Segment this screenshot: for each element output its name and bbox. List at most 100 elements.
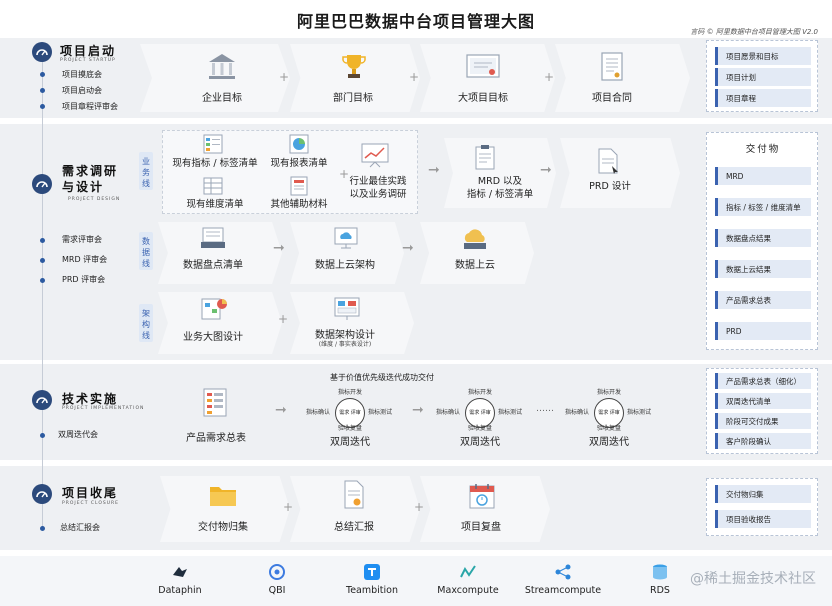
implement-start-label: 产品需求总表 [186,433,246,444]
dimension-table-icon [203,177,223,195]
chart-report-icon [289,134,309,154]
arrow-right-icon: ➞ [275,402,287,418]
cloud-upload-icon [464,229,486,249]
step-label: 企业目标 [202,93,242,104]
iter-center-label: 需求 评审 [469,410,491,416]
step-label: 项目合同 [592,93,632,104]
business-item: 其他辅助材料 [270,199,328,210]
deliverable-item: PRD [715,322,811,340]
iter-left-label: 指标确认 [565,409,590,416]
meeting-item: PRD 评审会 [62,275,106,284]
tool-name: Teambition [346,585,398,596]
data-architecture-icon [334,297,360,320]
step-label: 大项目目标 [458,93,508,104]
timeline-dot [40,238,45,243]
prd-doc-icon [598,148,618,174]
implement-stage-name: 技术实施 [62,392,119,406]
timeline-line [42,58,43,528]
meeting-item: 总结汇报会 [60,523,100,532]
design-deliverables-panel: 交付物 MRD 指标 / 标签 / 维度清单 数据盘点结果 数据上云结果 产品需… [706,132,818,350]
mrd-clipboard-icon [475,145,495,170]
plus-icon: + [544,70,555,84]
tool-name: Maxcompute [437,585,499,596]
prd-label: PRD 设计 [589,181,631,192]
rds-icon [653,564,667,580]
timeline-dot [40,104,45,109]
closure-badge-icon [32,484,52,504]
meeting-item: 双周迭代会 [58,430,98,439]
iteration-label: 双周迭代 [460,437,500,448]
meeting-item: 项目启动会 [62,86,102,95]
maxcompute-icon [460,565,476,578]
iter-right-label: 指标测试 [498,409,523,416]
summary-report-icon [344,480,364,509]
iter-top-label: 指标开发 [468,389,493,396]
implement-headline: 基于价值优先级迭代成功交付 [330,373,434,382]
tool-item: Maxcompute [423,563,513,596]
bank-icon [209,54,235,79]
tool-item: Streamcompute [518,563,608,596]
deliverable-item: 数据上云结果 [715,260,811,278]
deliverables-title: 交付物 [745,144,781,155]
arrow-right-icon: ➞ [402,240,414,256]
arrow-right-icon: ➞ [412,402,424,418]
deliverable-item: 数据盘点结果 [715,229,811,247]
timeline-dot [40,278,45,283]
iter-bottom-label: 验收复盘 [468,425,493,432]
business-item: 现有报表清单 [270,158,328,169]
plus-icon: + [283,500,294,514]
iter-right-label: 指标测试 [627,409,652,416]
tool-name: Dataphin [158,585,202,596]
plus-icon: + [278,312,289,326]
arch-track-label: 架构线 [139,304,153,342]
deliverable-item: 客户阶段确认 [715,433,811,449]
meeting-item: MRD 评审会 [62,255,108,264]
timeline-dot [40,258,45,263]
closure-step-label: 交付物归集 [198,522,248,533]
deliverable-item: 指标 / 标签 / 维度清单 [715,198,811,216]
requirements-table-icon [203,388,227,417]
design-chevron-bg [560,138,680,208]
design-badge-icon [32,174,52,194]
business-blueprint-icon [201,298,227,320]
deliverable-item: MRD [715,167,811,185]
cloud-architecture-icon [334,227,358,249]
startup-stage-en: PROJECT STARTUP [60,58,116,63]
best-practice-line-1: 行业最佳实践 [349,176,407,187]
arrow-right-icon: ➞ [428,162,440,178]
startup-stage-name: 项目启动 [60,44,117,58]
iter-bottom-label: 验收复盘 [597,425,622,432]
meeting-item: 需求评审会 [62,235,102,244]
dataphin-icon [173,567,187,577]
deliverable-item: 阶段可交付成果 [715,413,811,429]
business-item: 现有指标 / 标签清单 [172,158,258,169]
deliverable-item: 交付物归集 [715,485,811,503]
calendar-review-icon [469,484,495,509]
deliverable-item: 产品需求总表 [715,291,811,309]
mrd-line-2: 指标 / 标签清单 [466,189,534,200]
arch-step-label: 业务大图设计 [183,332,243,343]
iter-right-label: 指标测试 [368,409,393,416]
streamcompute-icon [555,564,571,580]
arrow-right-icon: ➞ [273,240,285,256]
data-step-label: 数据上云架构 [315,260,375,271]
step-label: 部门目标 [333,93,373,104]
design-stage-name-1: 需求调研 [62,164,119,178]
tool-item: Dataphin [135,563,225,596]
data-track-label: 数据线 [139,232,153,270]
implement-deliverables-panel: 产品需求总表（细化） 双周迭代清单 阶段可交付成果 客户阶段确认 [706,368,818,454]
closure-step-label: 总结汇报 [334,522,374,533]
iter-top-label: 指标开发 [338,389,363,396]
design-stage-name-2: 与设计 [62,180,105,194]
iter-left-label: 指标确认 [436,409,461,416]
iter-center-label: 需求 评审 [598,410,620,416]
business-item: 现有维度清单 [186,199,244,210]
deliverable-item: 产品需求总表（细化） [715,373,811,389]
timeline-dot [40,88,45,93]
contract-icon [601,52,623,81]
design-stage-en: PROJECT DESIGN [68,197,121,202]
closure-deliverables-panel: 交付物归集 项目验收报告 [706,478,818,536]
mrd-line-1: MRD 以及 [477,176,523,187]
tool-name: Streamcompute [524,585,602,596]
deliverable-item: 项目验收报告 [715,510,811,528]
